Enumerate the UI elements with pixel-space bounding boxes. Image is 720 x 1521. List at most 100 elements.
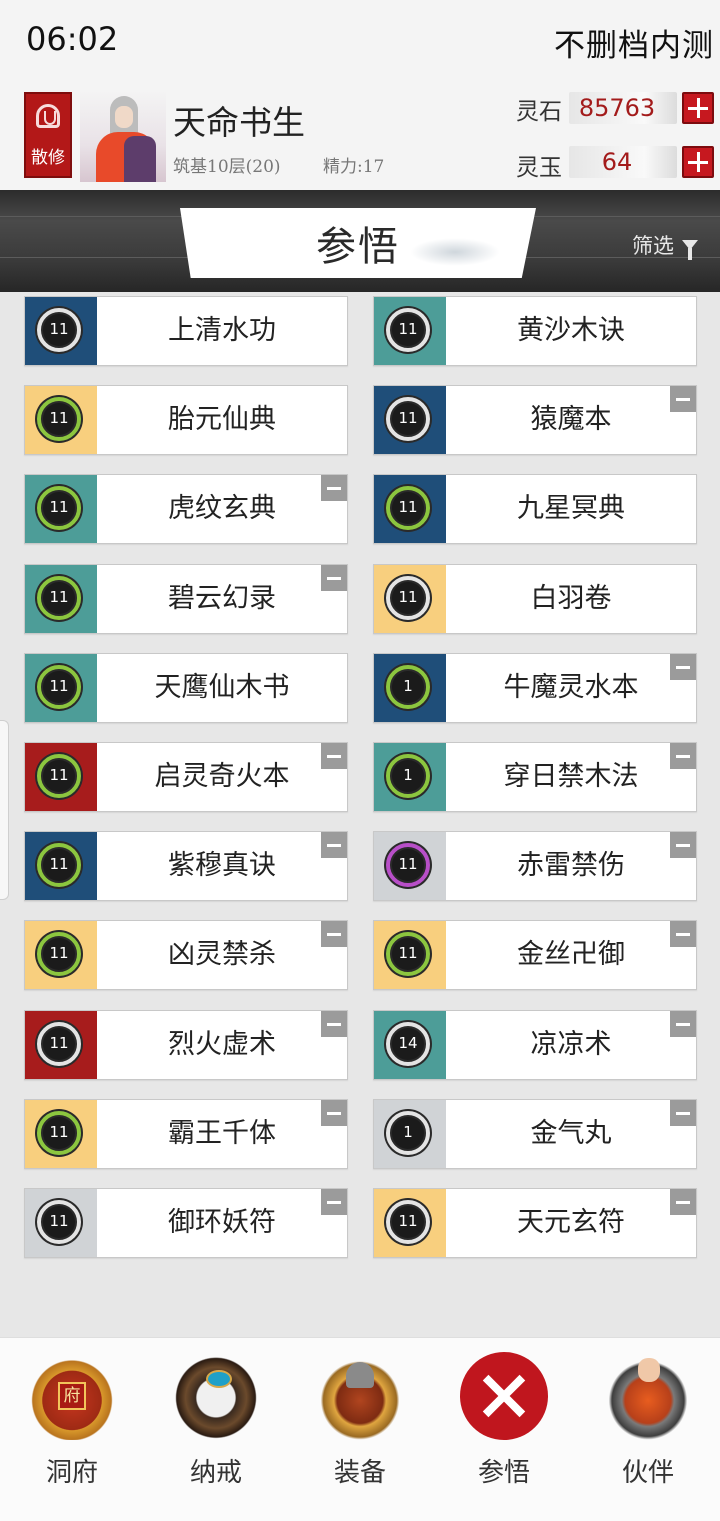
skill-level-badge: 11 <box>37 1111 81 1155</box>
skill-card[interactable]: 11 九星冥典 <box>373 474 697 544</box>
partner-icon <box>604 1352 692 1440</box>
skill-level-badge: 14 <box>386 1022 430 1066</box>
remove-skill-button[interactable] <box>670 386 696 412</box>
remove-skill-button[interactable] <box>670 921 696 947</box>
nav-item-comprehend[interactable]: 参悟 <box>432 1338 576 1521</box>
energy-value: 精力:17 <box>323 157 385 177</box>
skill-level-number: 11 <box>49 1034 69 1052</box>
skill-level-number: 11 <box>49 320 69 338</box>
remove-skill-button[interactable] <box>321 743 347 769</box>
build-label: 不删档内测 <box>554 28 714 64</box>
remove-skill-button[interactable] <box>670 743 696 769</box>
remove-skill-button[interactable] <box>670 1011 696 1037</box>
skill-name: 胎元仙典 <box>168 404 276 435</box>
equipment-helmet-icon <box>316 1352 404 1440</box>
skill-level-number: 11 <box>49 677 69 695</box>
remove-skill-button[interactable] <box>321 921 347 947</box>
skill-card[interactable]: 11 凶灵禁杀 <box>24 920 348 990</box>
skill-name: 上清水功 <box>168 315 276 346</box>
nav-item-cave-abode[interactable]: 府 洞府 <box>0 1338 144 1521</box>
skill-card[interactable]: 11 猿魔本 <box>373 385 697 455</box>
skill-card[interactable]: 11 启灵奇火本 <box>24 742 348 812</box>
skill-level-number: 11 <box>398 320 418 338</box>
remove-skill-button[interactable] <box>321 565 347 591</box>
nav-item-equipment[interactable]: 装备 <box>288 1338 432 1521</box>
skill-name: 天元玄符 <box>517 1207 625 1238</box>
skill-level-badge: 11 <box>37 843 81 887</box>
skill-card[interactable]: 11 御环妖符 <box>24 1188 348 1258</box>
skill-level-badge: 11 <box>386 308 430 352</box>
nav-label-storage-ring: 纳戒 <box>189 1458 242 1488</box>
remove-skill-button[interactable] <box>670 654 696 680</box>
skill-card[interactable]: 11 烈火虚术 <box>24 1010 348 1080</box>
skill-card[interactable]: 11 金丝卍御 <box>373 920 697 990</box>
add-spirit-stone-button[interactable] <box>682 92 714 124</box>
skill-card[interactable]: 1 穿日禁木法 <box>373 742 697 812</box>
skill-element-swatch: 11 <box>374 1189 446 1257</box>
skill-card[interactable]: 11 黄沙木诀 <box>373 296 697 366</box>
cave-abode-icon-text: 府 <box>58 1382 86 1410</box>
skill-card[interactable]: 11 赤雷禁伤 <box>373 831 697 901</box>
skill-name: 烈火虚术 <box>168 1029 276 1060</box>
skill-name: 霸王千体 <box>168 1118 276 1149</box>
skill-name: 牛魔灵水本 <box>503 672 639 703</box>
avatar[interactable] <box>80 90 166 182</box>
skill-element-swatch: 11 <box>374 832 446 900</box>
sect-badge[interactable]: 散修 <box>24 92 72 178</box>
skill-level-badge: 11 <box>37 754 81 798</box>
nav-item-partner[interactable]: 伙伴 <box>576 1338 720 1521</box>
skill-level-number: 11 <box>49 1123 69 1141</box>
skill-element-swatch: 11 <box>374 475 446 543</box>
skill-level-badge: 11 <box>37 397 81 441</box>
skill-name: 九星冥典 <box>517 493 625 524</box>
add-spirit-jade-button[interactable] <box>682 146 714 178</box>
skill-level-badge: 1 <box>386 665 430 709</box>
nav-item-storage-ring[interactable]: 纳戒 <box>144 1338 288 1521</box>
sect-emblem-icon <box>36 104 60 128</box>
nav-label-cave-abode: 洞府 <box>45 1458 98 1488</box>
skill-card[interactable]: 11 胎元仙典 <box>24 385 348 455</box>
skill-level-badge: 1 <box>386 1111 430 1155</box>
remove-skill-button[interactable] <box>321 832 347 858</box>
skill-card[interactable]: 11 天元玄符 <box>373 1188 697 1258</box>
clock-time: 06:02 <box>26 20 119 58</box>
remove-skill-button[interactable] <box>670 832 696 858</box>
skill-element-swatch: 11 <box>374 921 446 989</box>
skill-card[interactable]: 11 虎纹玄典 <box>24 474 348 544</box>
remove-skill-button[interactable] <box>321 1100 347 1126</box>
remove-skill-button[interactable] <box>670 1189 696 1215</box>
page-title: 参悟 <box>316 224 400 270</box>
skill-level-badge: 11 <box>37 1200 81 1244</box>
skill-card[interactable]: 11 紫穆真诀 <box>24 831 348 901</box>
skill-card[interactable]: 1 牛魔灵水本 <box>373 653 697 723</box>
remove-skill-button[interactable] <box>321 1011 347 1037</box>
skill-card[interactable]: 11 霸王千体 <box>24 1099 348 1169</box>
skill-card[interactable]: 1 金气丸 <box>373 1099 697 1169</box>
skill-card[interactable]: 11 天鹰仙木书 <box>24 653 348 723</box>
skill-name: 黄沙木诀 <box>517 315 625 346</box>
filter-button[interactable]: 筛选 <box>632 228 698 262</box>
skill-level-number: 11 <box>398 588 418 606</box>
skill-element-swatch: 11 <box>25 1011 97 1079</box>
skill-card[interactable]: 11 白羽卷 <box>373 564 697 634</box>
skill-name: 御环妖符 <box>168 1207 276 1238</box>
remove-skill-button[interactable] <box>670 1100 696 1126</box>
skill-card[interactable]: 14 凉凉术 <box>373 1010 697 1080</box>
spirit-jade-label: 灵玉 <box>516 155 562 181</box>
skill-level-number: 11 <box>398 498 418 516</box>
skill-level-number: 1 <box>403 1123 413 1141</box>
skill-level-badge: 11 <box>386 576 430 620</box>
remove-skill-button[interactable] <box>321 1189 347 1215</box>
skill-name: 凶灵禁杀 <box>168 939 276 970</box>
nav-label-partner: 伙伴 <box>621 1458 674 1488</box>
skill-card[interactable]: 11 上清水功 <box>24 296 348 366</box>
skill-level-badge: 11 <box>386 843 430 887</box>
skill-card[interactable]: 11 碧云幻录 <box>24 564 348 634</box>
skill-name: 金丝卍御 <box>517 939 625 970</box>
skill-level-number: 11 <box>398 409 418 427</box>
sect-label: 散修 <box>31 148 65 168</box>
remove-skill-button[interactable] <box>321 475 347 501</box>
skill-level-number: 11 <box>49 855 69 873</box>
cultivation-realm: 筑基10层(20) <box>173 157 281 177</box>
nav-label-equipment: 装备 <box>333 1458 386 1488</box>
